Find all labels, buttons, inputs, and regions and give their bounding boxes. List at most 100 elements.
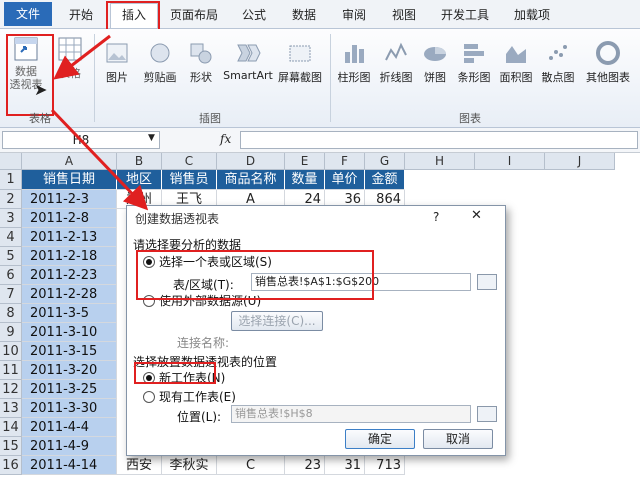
location-label: 位置(L): bbox=[177, 410, 222, 424]
column-header-h[interactable]: H bbox=[405, 153, 475, 170]
row-header[interactable]: 10 bbox=[0, 342, 22, 361]
tab-view[interactable]: 视图 bbox=[382, 4, 426, 26]
date-cell[interactable]: 2011-2-23 bbox=[22, 266, 117, 285]
formula-input[interactable] bbox=[240, 131, 638, 149]
cell-price[interactable]: 31 bbox=[325, 456, 365, 475]
tab-addins[interactable]: 加载项 bbox=[504, 4, 560, 26]
cell-amount[interactable]: 713 bbox=[365, 456, 405, 475]
name-box[interactable]: H8 bbox=[2, 131, 160, 149]
column-header-a[interactable]: A bbox=[22, 153, 117, 170]
option-existing-sheet-label[interactable]: 现有工作表(E) bbox=[159, 388, 236, 405]
tab-formulas[interactable]: 公式 bbox=[232, 4, 276, 26]
date-cell[interactable]: 2011-3-20 bbox=[22, 361, 117, 380]
row-header[interactable]: 2 bbox=[0, 190, 22, 209]
other-charts-button[interactable]: 其他图表 bbox=[580, 40, 636, 85]
date-cell[interactable]: 2011-2-18 bbox=[22, 247, 117, 266]
date-cell[interactable]: 2011-2-28 bbox=[22, 285, 117, 304]
column-header-g[interactable]: G bbox=[365, 153, 405, 170]
date-cell[interactable]: 2011-3-5 bbox=[22, 304, 117, 323]
row-header[interactable]: 1 bbox=[0, 170, 22, 190]
shapes-button[interactable]: 形状 bbox=[184, 40, 218, 85]
tab-page-layout[interactable]: 页面布局 bbox=[162, 4, 226, 26]
area-chart-button[interactable]: 面积图 bbox=[496, 40, 536, 85]
row-header[interactable]: 11 bbox=[0, 361, 22, 380]
row-header[interactable]: 16 bbox=[0, 456, 22, 475]
group-label-illustrations: 插图 bbox=[199, 112, 221, 125]
select-all-corner[interactable] bbox=[0, 153, 22, 170]
column-header-e[interactable]: E bbox=[285, 153, 325, 170]
picture-button[interactable]: 图片 bbox=[100, 40, 134, 85]
radio-existing-sheet[interactable] bbox=[143, 391, 155, 403]
tab-home[interactable]: 开始 bbox=[58, 4, 104, 26]
scatter-chart-button[interactable]: 散点图 bbox=[538, 40, 578, 85]
date-cell[interactable]: 2011-2-8 bbox=[22, 209, 117, 228]
name-box-dropdown-icon[interactable]: ▼ bbox=[148, 133, 155, 143]
range-picker-icon[interactable] bbox=[477, 274, 497, 290]
clipart-button[interactable]: 剪贴画 bbox=[138, 40, 182, 85]
date-cell[interactable]: 2011-3-15 bbox=[22, 342, 117, 361]
table-button[interactable]: 表格 bbox=[50, 36, 90, 81]
date-cell[interactable]: 2011-4-9 bbox=[22, 437, 117, 456]
column-header-f[interactable]: F bbox=[325, 153, 365, 170]
picture-label: 图片 bbox=[106, 71, 128, 84]
help-icon[interactable]: ? bbox=[433, 210, 439, 224]
cell-product[interactable]: C bbox=[217, 456, 285, 475]
date-cell[interactable]: 2011-3-25 bbox=[22, 380, 117, 399]
row-header[interactable]: 8 bbox=[0, 304, 22, 323]
header-cell-date[interactable]: 销售日期 bbox=[22, 170, 117, 190]
date-cell[interactable]: 2011-3-10 bbox=[22, 323, 117, 342]
header-cell-region[interactable]: 地区 bbox=[117, 170, 162, 190]
row-header[interactable]: 13 bbox=[0, 399, 22, 418]
cell-quantity[interactable]: 23 bbox=[285, 456, 325, 475]
date-cell[interactable]: 2011-2-13 bbox=[22, 228, 117, 247]
pie-chart-button[interactable]: 饼图 bbox=[418, 40, 452, 85]
header-cell-salesperson[interactable]: 销售员 bbox=[162, 170, 217, 190]
close-icon[interactable]: ✕ bbox=[471, 208, 482, 223]
mouse-cursor-icon: ➤ bbox=[34, 80, 48, 99]
bar-chart-button[interactable]: 条形图 bbox=[454, 40, 494, 85]
fx-icon[interactable]: fx bbox=[220, 132, 231, 146]
date-cell[interactable]: 2011-2-3 bbox=[22, 190, 117, 209]
column-chart-button[interactable]: 柱形图 bbox=[334, 40, 374, 85]
line-chart-button[interactable]: 折线图 bbox=[376, 40, 416, 85]
smartart-button[interactable]: SmartArt bbox=[220, 40, 276, 82]
column-header-d[interactable]: D bbox=[217, 153, 285, 170]
row-header[interactable]: 7 bbox=[0, 285, 22, 304]
tab-file[interactable]: 文件 bbox=[4, 2, 52, 26]
date-cell[interactable]: 2011-3-30 bbox=[22, 399, 117, 418]
header-cell-price[interactable]: 单价 bbox=[325, 170, 365, 190]
location-input[interactable]: 销售总表!$H$8 bbox=[231, 405, 471, 423]
date-cell[interactable]: 2011-4-14 bbox=[22, 456, 117, 475]
cell-salesperson[interactable]: 李秋实 bbox=[162, 456, 217, 475]
row-header[interactable]: 12 bbox=[0, 380, 22, 399]
row-header[interactable]: 6 bbox=[0, 266, 22, 285]
column-header-b[interactable]: B bbox=[117, 153, 162, 170]
date-cell[interactable]: 2011-4-4 bbox=[22, 418, 117, 437]
smartart-label: SmartArt bbox=[223, 69, 273, 82]
ok-button[interactable]: 确定 bbox=[345, 429, 415, 449]
row-header[interactable]: 15 bbox=[0, 437, 22, 456]
location-picker-icon[interactable] bbox=[477, 406, 497, 422]
row-header[interactable]: 14 bbox=[0, 418, 22, 437]
screenshot-button[interactable]: 屏幕截图 bbox=[276, 40, 324, 85]
cell-region[interactable]: 西安 bbox=[117, 456, 162, 475]
choose-connection-button[interactable]: 选择连接(C)... bbox=[231, 311, 323, 331]
highlight-pivot-button bbox=[6, 34, 54, 116]
header-cell-amount[interactable]: 金额 bbox=[365, 170, 405, 190]
dialog-title: 创建数据透视表 bbox=[135, 212, 220, 226]
tab-review[interactable]: 审阅 bbox=[332, 4, 376, 26]
row-header[interactable]: 5 bbox=[0, 247, 22, 266]
header-cell-product[interactable]: 商品名称 bbox=[217, 170, 285, 190]
cancel-button[interactable]: 取消 bbox=[423, 429, 493, 449]
tab-data[interactable]: 数据 bbox=[282, 4, 326, 26]
tab-developer[interactable]: 开发工具 bbox=[432, 4, 498, 26]
column-header-i[interactable]: I bbox=[475, 153, 545, 170]
row-header[interactable]: 9 bbox=[0, 323, 22, 342]
header-cell-quantity[interactable]: 数量 bbox=[285, 170, 325, 190]
clipart-icon bbox=[150, 43, 170, 63]
highlight-new-sheet bbox=[134, 362, 216, 384]
column-header-c[interactable]: C bbox=[162, 153, 217, 170]
row-header[interactable]: 3 bbox=[0, 209, 22, 228]
column-header-j[interactable]: J bbox=[545, 153, 615, 170]
row-header[interactable]: 4 bbox=[0, 228, 22, 247]
